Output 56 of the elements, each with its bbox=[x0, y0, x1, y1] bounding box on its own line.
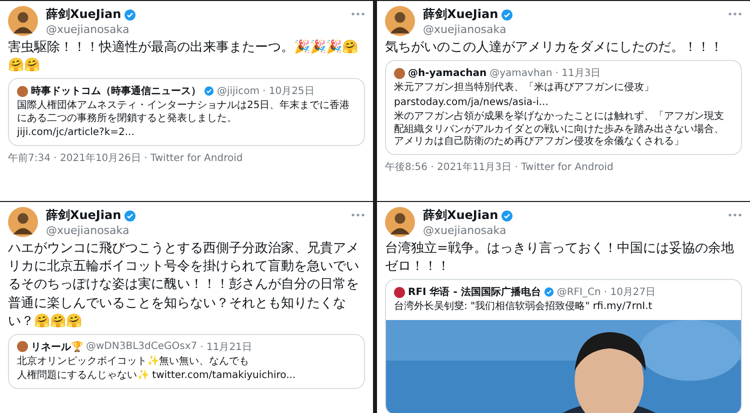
verified-badge-icon bbox=[501, 8, 514, 20]
quote-date: · 10月27日 bbox=[604, 286, 656, 300]
avatar-icon[interactable] bbox=[385, 207, 415, 237]
quote-date: · 11月21日 bbox=[200, 340, 252, 354]
quoted-tweet[interactable]: 時事ドットコム（時事通信ニュース） @jijicom · 10月25日 国際人権団体アムネスティ・インターナショナルは25日、年末までに香港にある二つの事務所を閉鎖すると発表しました。 jiji.com/jc/article?k=2... bbox=[8, 78, 365, 146]
tweet-timestamp: 午後8:56 · 2021年11月3日 · Twitter for Android bbox=[385, 160, 614, 174]
more-icon[interactable] bbox=[728, 12, 742, 16]
quote-avatar-icon bbox=[17, 341, 28, 352]
quote-text: jiji.com/jc/article?k=2... bbox=[17, 127, 136, 140]
quote-text: parstoday.com/ja/news/asia-i... bbox=[394, 96, 550, 110]
user-name: 薛剑XueJian bbox=[423, 6, 498, 23]
tweet-text: 台湾独立=戦争。はっきり言っておく！中国には妥協の余地ゼロ！！！ bbox=[385, 240, 735, 276]
more-icon[interactable] bbox=[351, 213, 365, 217]
avatar-icon[interactable] bbox=[385, 6, 415, 36]
avatar-icon[interactable] bbox=[8, 6, 38, 36]
user-handle: @xuejianosaka bbox=[46, 224, 130, 237]
more-icon[interactable] bbox=[351, 12, 365, 16]
quote-author: リネール🏆 bbox=[31, 340, 83, 354]
tweet-text: ハエがウンコに飛びつこうとする西側子分政治家、兄貴アメリカに北京五輪ボイコット号令を掛けられて盲動を急いでいるそのちっぽけな姿は実に醜い！！！彭さんが自分の日常を普通に楽しんでいることを知らない？それとも知りたくない？🤗🤗🤗 bbox=[8, 240, 360, 331]
tweet-text: 気ちがいのこの人達がアメリカをダメにしたのだ。！！！ bbox=[385, 39, 724, 57]
quoted-tweet[interactable]: リネール🏆 @wDN3BL3dCeGOsx7 · 11月21日 北京オリンピックボイコット✨無い無い、なんでも 人権問題にするんじゃない✨ twitter.com/tamakiyuichiro... bbox=[8, 334, 365, 389]
avatar-icon[interactable] bbox=[8, 207, 38, 237]
quote-text: 米元アフガン担当特別代表、「米は再びアフガンに侵攻」 bbox=[394, 82, 655, 95]
verified-badge-icon bbox=[544, 287, 554, 298]
quote-author: @h-yamachan bbox=[408, 68, 487, 79]
quote-date: · 11月3日 bbox=[555, 67, 601, 80]
quote-text: 北京オリンピックボイコット✨無い無い、なんでも bbox=[17, 356, 250, 368]
verified-badge-icon bbox=[124, 8, 136, 20]
user-handle: @xuejianosaka bbox=[423, 224, 508, 237]
quote-handle: @RFI_Cn bbox=[556, 286, 601, 298]
user-name: 薛剑XueJian bbox=[46, 6, 122, 23]
tweet-text: 害虫駆除！！！快適性が最高の出来事またーつ。🎉🎉🎉🤗🤗🤗 bbox=[8, 39, 359, 76]
quote-handle: @wDN3BL3dCeGOsx7 bbox=[86, 341, 198, 352]
tweet-timestamp: 午前7:34 · 2021年10月26日 · Twitter for Android bbox=[8, 152, 244, 165]
verified-badge-icon bbox=[124, 210, 136, 222]
quote-author: RFI 华语 - 法国国际广播电台 bbox=[408, 285, 541, 300]
quote-handle: @yamavhan bbox=[490, 68, 552, 79]
quote-handle: @jijicom bbox=[217, 86, 260, 97]
quote-text: 米のアフガン占領が成果を挙げなかったことには触れず、「アフガン現支配組織タリバンがアルカイダとの戦いに向けた歩みを踏み出さない場合、アメリカは自己防衛のため再びアフガン侵攻を余儀なくされる」 bbox=[394, 111, 725, 149]
quoted-tweet[interactable]: @h-yamachan @yamavhan · 11月3日 米元アフガン担当特別代表、「米は再びアフガンに侵攻」 parstoday.com/ja/news/asia-i... 米のアフガン占領が成果を挙げなかったことには触れず、「アフガン現支配組織タリバンがアルカイダとの戦いに向けた歩みを踏み出さない場合、アメリカは自己防衛のため再びアフガン侵攻を余儀なくされる」 bbox=[385, 60, 742, 155]
user-handle: @xuejianosaka bbox=[46, 23, 130, 36]
user-name: 薛剑XueJian bbox=[423, 207, 498, 224]
more-icon[interactable] bbox=[728, 213, 742, 217]
verified-badge-icon bbox=[204, 86, 214, 96]
quote-date: · 10月25日 bbox=[262, 85, 314, 98]
quote-author: 時事ドットコム（時事通信ニュース） bbox=[31, 84, 201, 98]
quote-avatar-icon bbox=[394, 68, 405, 79]
quote-text: 人権問題にするんじゃない✨ twitter.com/tamakiyuichiro... bbox=[17, 370, 297, 383]
user-handle: @xuejianosaka bbox=[423, 23, 508, 36]
verified-badge-icon bbox=[501, 210, 514, 222]
quote-avatar-icon bbox=[17, 86, 28, 97]
quote-avatar-icon bbox=[394, 286, 405, 298]
quote-text: 台湾外长吴钊燮: "我们相信软弱会招致侵略" rfi.my/7rnI.t bbox=[394, 301, 654, 314]
quoted-tweet[interactable]: RFI 华语 - 法国国际广播电台 @RFI_Cn · 10月27日 台湾外长吴钊燮: "我们相信软弱会招致侵略" rfi.my/7rnI.t bbox=[385, 279, 742, 413]
user-name: 薛剑XueJian bbox=[46, 207, 122, 224]
quote-text: 国際人権団体アムネスティ・インターナショナルは25日、年末までに香港にある二つの事務所を閉鎖すると発表しました。 bbox=[17, 100, 351, 126]
